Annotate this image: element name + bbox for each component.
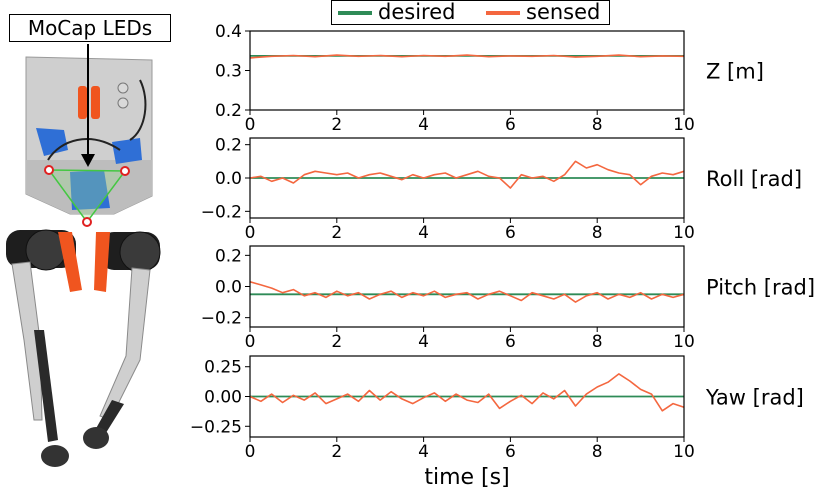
x-tick-label: 2 [331, 115, 342, 135]
y-tick-label: 0.4 [215, 22, 242, 42]
y-tick-label: 0.00 [204, 388, 242, 408]
panel-label: Pitch [rad] [706, 276, 815, 300]
x-tick-label: 10 [673, 115, 695, 135]
mocap-led [82, 217, 92, 227]
x-tick-label: 6 [505, 115, 516, 135]
robot-orange-part [94, 232, 110, 292]
legend: desired sensed [331, 0, 610, 25]
legend-label-desired: desired [378, 0, 456, 24]
x-tick-label: 10 [673, 442, 695, 462]
axes-frame [249, 30, 685, 111]
robot-leg [99, 267, 151, 421]
panel-label: Z [m] [706, 60, 764, 84]
x-tick-label: 8 [592, 223, 603, 243]
x-tick-label: 8 [592, 332, 603, 352]
robot-foot [41, 445, 69, 467]
robot-blue-part [112, 138, 142, 164]
x-tick-label: 8 [592, 115, 603, 135]
y-tick-label: −0.2 [201, 309, 242, 329]
y-tick-label: 0.3 [215, 62, 242, 82]
figure-canvas: 0 2 4 6 8 10 0.4 0.3 0.2 Z [m] 0 2 4 6 8 10 0.2 0.0 −0.2 Ro… [6, 22, 815, 489]
x-tick-label: 0 [245, 115, 256, 135]
axes-frame [249, 245, 685, 328]
robot-photo [6, 44, 161, 467]
x-tick-label: 2 [331, 332, 342, 352]
mocap-leds-label: MoCap LEDs [9, 14, 171, 42]
series-line-sensed [249, 373, 685, 412]
series-line-sensed [249, 160, 685, 189]
y-tick-label: 0.2 [215, 101, 242, 121]
panel-label: Roll [rad] [706, 167, 802, 191]
y-tick-label: 0.0 [215, 169, 242, 189]
y-tick-label: −0.25 [190, 417, 242, 437]
x-tick-label: 0 [245, 223, 256, 243]
plots-group: 0 2 4 6 8 10 0.4 0.3 0.2 Z [m] 0 2 4 6 8 10 0.2 0.0 −0.2 Ro… [190, 22, 815, 489]
x-tick-label: 2 [331, 442, 342, 462]
x-tick-label: 4 [418, 223, 429, 243]
x-tick-label: 10 [673, 332, 695, 352]
robot-orange-part [78, 86, 87, 119]
robot-bolt [117, 82, 129, 94]
x-axis-label: time [s] [424, 465, 509, 489]
y-tick-label: 0.0 [215, 278, 242, 298]
x-tick-label: 6 [505, 442, 516, 462]
legend-swatch-sensed [486, 11, 520, 15]
x-tick-label: 4 [418, 442, 429, 462]
y-tick-label: 0.25 [204, 358, 242, 378]
x-tick-label: 0 [245, 332, 256, 352]
x-tick-label: 4 [418, 332, 429, 352]
series-line-sensed [249, 281, 685, 303]
y-tick-label: −0.2 [201, 202, 242, 222]
mocap-led [44, 165, 54, 175]
y-tick-label: 0.2 [215, 136, 242, 156]
robot-motor [119, 231, 161, 273]
x-tick-label: 2 [331, 223, 342, 243]
robot-foot [83, 427, 109, 449]
x-tick-label: 6 [505, 223, 516, 243]
panel-label: Yaw [rad] [705, 386, 804, 410]
y-tick-label: 0.2 [215, 246, 242, 266]
x-tick-label: 0 [245, 442, 256, 462]
legend-swatch-desired [338, 11, 372, 15]
robot-orange-part [91, 86, 100, 119]
robot-bolt [117, 97, 129, 109]
x-tick-label: 4 [418, 115, 429, 135]
mocap-led [120, 166, 130, 176]
x-tick-label: 10 [673, 223, 695, 243]
legend-label-sensed: sensed [526, 0, 601, 24]
x-tick-label: 8 [592, 442, 603, 462]
x-tick-label: 6 [505, 332, 516, 352]
